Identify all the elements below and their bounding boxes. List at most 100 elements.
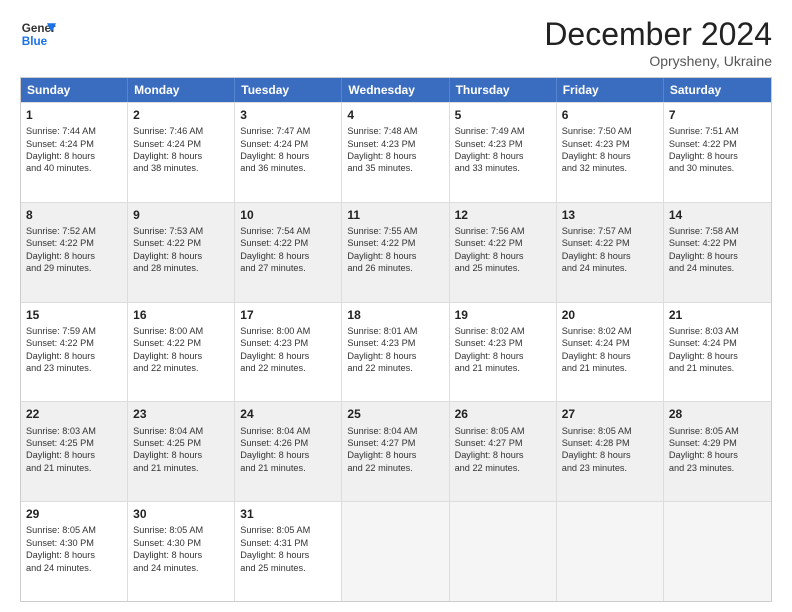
cal-cell: 11 Sunrise: 7:55 AM Sunset: 4:22 PM Dayli…: [342, 203, 449, 302]
day-info: Sunrise: 7:47 AM Sunset: 4:24 PM Dayligh…: [240, 126, 310, 173]
day-number: 26: [455, 406, 551, 422]
day-info: Sunrise: 7:50 AM Sunset: 4:23 PM Dayligh…: [562, 126, 632, 173]
svg-text:Blue: Blue: [22, 35, 48, 48]
day-info: Sunrise: 8:05 AM Sunset: 4:29 PM Dayligh…: [669, 426, 739, 473]
header: General Blue December 2024 Oprysheny, Uk…: [20, 16, 772, 69]
cal-cell: 26 Sunrise: 8:05 AM Sunset: 4:27 PM Dayli…: [450, 402, 557, 501]
day-number: 8: [26, 207, 122, 223]
week-row-1: 8Sunrise: 7:52 AM Sunset: 4:22 PM Daylig…: [21, 202, 771, 302]
day-info: Sunrise: 7:53 AM Sunset: 4:22 PM Dayligh…: [133, 226, 203, 273]
cal-cell: 13 Sunrise: 7:57 AM Sunset: 4:22 PM Dayli…: [557, 203, 664, 302]
cal-cell: 19 Sunrise: 8:02 AM Sunset: 4:23 PM Dayli…: [450, 303, 557, 402]
week-row-2: 15 Sunrise: 7:59 AM Sunset: 4:22 PM Dayli…: [21, 302, 771, 402]
day-info: Sunrise: 8:05 AM Sunset: 4:28 PM Dayligh…: [562, 426, 632, 473]
day-number: 20: [562, 307, 658, 323]
day-number: 3: [240, 107, 336, 123]
day-info: Sunrise: 8:04 AM Sunset: 4:27 PM Dayligh…: [347, 426, 417, 473]
calendar-header: SundayMondayTuesdayWednesdayThursdayFrid…: [21, 78, 771, 102]
page: General Blue December 2024 Oprysheny, Uk…: [0, 0, 792, 612]
day-info: Sunrise: 8:00 AM Sunset: 4:22 PM Dayligh…: [133, 326, 203, 373]
cal-cell: 21Sunrise: 8:03 AM Sunset: 4:24 PM Dayli…: [664, 303, 771, 402]
day-info: Sunrise: 7:44 AM Sunset: 4:24 PM Dayligh…: [26, 126, 96, 173]
day-info: Sunrise: 7:59 AM Sunset: 4:22 PM Dayligh…: [26, 326, 96, 373]
day-number: 23: [133, 406, 229, 422]
day-info: Sunrise: 7:51 AM Sunset: 4:22 PM Dayligh…: [669, 126, 739, 173]
day-number: 1: [26, 107, 122, 123]
day-number: 28: [669, 406, 766, 422]
day-number: 10: [240, 207, 336, 223]
day-number: 21: [669, 307, 766, 323]
cal-cell: 24 Sunrise: 8:04 AM Sunset: 4:26 PM Dayli…: [235, 402, 342, 501]
cal-cell: 27 Sunrise: 8:05 AM Sunset: 4:28 PM Dayli…: [557, 402, 664, 501]
cal-cell: 5 Sunrise: 7:49 AM Sunset: 4:23 PM Daylig…: [450, 103, 557, 202]
day-info: Sunrise: 7:49 AM Sunset: 4:23 PM Dayligh…: [455, 126, 525, 173]
day-info: Sunrise: 8:00 AM Sunset: 4:23 PM Dayligh…: [240, 326, 310, 373]
cal-cell: 6 Sunrise: 7:50 AM Sunset: 4:23 PM Daylig…: [557, 103, 664, 202]
day-info: Sunrise: 8:05 AM Sunset: 4:30 PM Dayligh…: [26, 525, 96, 572]
day-number: 30: [133, 506, 229, 522]
day-info: Sunrise: 7:54 AM Sunset: 4:22 PM Dayligh…: [240, 226, 310, 273]
day-info: Sunrise: 8:04 AM Sunset: 4:25 PM Dayligh…: [133, 426, 203, 473]
day-number: 18: [347, 307, 443, 323]
day-info: Sunrise: 8:05 AM Sunset: 4:27 PM Dayligh…: [455, 426, 525, 473]
day-number: 5: [455, 107, 551, 123]
day-info: Sunrise: 7:57 AM Sunset: 4:22 PM Dayligh…: [562, 226, 632, 273]
day-number: 12: [455, 207, 551, 223]
day-info: Sunrise: 8:05 AM Sunset: 4:31 PM Dayligh…: [240, 525, 310, 572]
cal-cell: 7Sunrise: 7:51 AM Sunset: 4:22 PM Daylig…: [664, 103, 771, 202]
cal-cell: 9 Sunrise: 7:53 AM Sunset: 4:22 PM Daylig…: [128, 203, 235, 302]
day-number: 29: [26, 506, 122, 522]
cal-cell: 29 Sunrise: 8:05 AM Sunset: 4:30 PM Dayli…: [21, 502, 128, 601]
week-row-3: 22 Sunrise: 8:03 AM Sunset: 4:25 PM Dayli…: [21, 401, 771, 501]
cal-cell: 18 Sunrise: 8:01 AM Sunset: 4:23 PM Dayli…: [342, 303, 449, 402]
day-info: Sunrise: 8:04 AM Sunset: 4:26 PM Dayligh…: [240, 426, 310, 473]
cal-cell: 20Sunrise: 8:02 AM Sunset: 4:24 PM Dayli…: [557, 303, 664, 402]
day-info: Sunrise: 8:01 AM Sunset: 4:23 PM Dayligh…: [347, 326, 417, 373]
day-number: 24: [240, 406, 336, 422]
cal-cell: [342, 502, 449, 601]
day-number: 14: [669, 207, 766, 223]
day-number: 2: [133, 107, 229, 123]
day-info: Sunrise: 7:48 AM Sunset: 4:23 PM Dayligh…: [347, 126, 417, 173]
cal-cell: [450, 502, 557, 601]
day-info: Sunrise: 8:05 AM Sunset: 4:30 PM Dayligh…: [133, 525, 203, 572]
calendar: SundayMondayTuesdayWednesdayThursdayFrid…: [20, 77, 772, 602]
day-of-week-sunday: Sunday: [21, 78, 128, 102]
day-number: 27: [562, 406, 658, 422]
calendar-body: 1 Sunrise: 7:44 AM Sunset: 4:24 PM Daylig…: [21, 102, 771, 601]
day-info: Sunrise: 7:46 AM Sunset: 4:24 PM Dayligh…: [133, 126, 203, 173]
day-of-week-monday: Monday: [128, 78, 235, 102]
cal-cell: [557, 502, 664, 601]
cal-cell: 22 Sunrise: 8:03 AM Sunset: 4:25 PM Dayli…: [21, 402, 128, 501]
day-of-week-tuesday: Tuesday: [235, 78, 342, 102]
title-block: December 2024 Oprysheny, Ukraine: [544, 16, 772, 69]
day-number: 6: [562, 107, 658, 123]
day-of-week-friday: Friday: [557, 78, 664, 102]
day-info: Sunrise: 8:02 AM Sunset: 4:23 PM Dayligh…: [455, 326, 525, 373]
location: Oprysheny, Ukraine: [544, 53, 772, 69]
day-of-week-thursday: Thursday: [450, 78, 557, 102]
day-of-week-wednesday: Wednesday: [342, 78, 449, 102]
cal-cell: 4 Sunrise: 7:48 AM Sunset: 4:23 PM Daylig…: [342, 103, 449, 202]
day-number: 11: [347, 207, 443, 223]
cal-cell: 2 Sunrise: 7:46 AM Sunset: 4:24 PM Daylig…: [128, 103, 235, 202]
cal-cell: 8Sunrise: 7:52 AM Sunset: 4:22 PM Daylig…: [21, 203, 128, 302]
day-info: Sunrise: 7:55 AM Sunset: 4:22 PM Dayligh…: [347, 226, 417, 273]
cal-cell: 31Sunrise: 8:05 AM Sunset: 4:31 PM Dayli…: [235, 502, 342, 601]
day-info: Sunrise: 8:03 AM Sunset: 4:25 PM Dayligh…: [26, 426, 96, 473]
cal-cell: 14Sunrise: 7:58 AM Sunset: 4:22 PM Dayli…: [664, 203, 771, 302]
day-number: 15: [26, 307, 122, 323]
day-number: 16: [133, 307, 229, 323]
cal-cell: 23 Sunrise: 8:04 AM Sunset: 4:25 PM Dayli…: [128, 402, 235, 501]
day-number: 22: [26, 406, 122, 422]
day-number: 13: [562, 207, 658, 223]
day-number: 4: [347, 107, 443, 123]
cal-cell: 16 Sunrise: 8:00 AM Sunset: 4:22 PM Dayli…: [128, 303, 235, 402]
day-number: 9: [133, 207, 229, 223]
cal-cell: 25Sunrise: 8:04 AM Sunset: 4:27 PM Dayli…: [342, 402, 449, 501]
day-number: 19: [455, 307, 551, 323]
cal-cell: [664, 502, 771, 601]
month-title: December 2024: [544, 16, 772, 53]
week-row-0: 1 Sunrise: 7:44 AM Sunset: 4:24 PM Daylig…: [21, 102, 771, 202]
cal-cell: 1 Sunrise: 7:44 AM Sunset: 4:24 PM Daylig…: [21, 103, 128, 202]
